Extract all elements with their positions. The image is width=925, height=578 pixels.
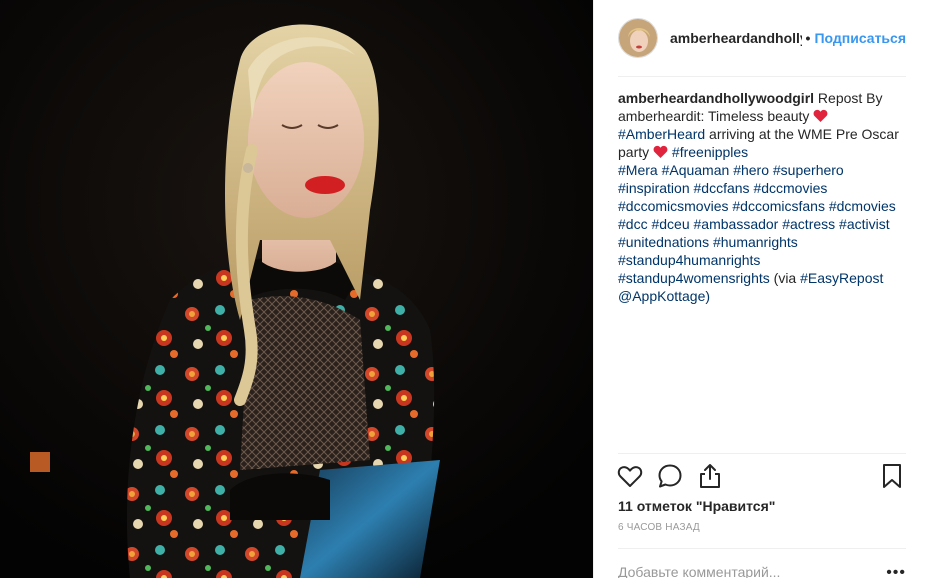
save-button[interactable] [878,462,906,490]
hashtag[interactable]: #dcmovies [829,198,896,214]
caption-author[interactable]: amberheardandhollywoodgirl [618,90,814,106]
hashtag[interactable]: #humanrights [713,234,798,250]
follow-button[interactable]: Подписаться [814,30,906,46]
photo-illustration [0,0,593,578]
hashtag[interactable]: #standup4humanrights [618,252,760,268]
post-sidebar: amberheardandhollyw • Подписаться amberh… [593,0,925,578]
post-caption: amberheardandhollywoodgirl Repost By amb… [618,89,910,305]
bookmark-icon [883,464,901,488]
hashtag[interactable]: #superhero [773,162,844,178]
red-heart-emoji-icon [653,145,668,158]
mention-appkottage[interactable]: @AppKottage) [618,288,710,304]
red-heart-emoji-icon [813,109,828,122]
hashtag[interactable]: #ambassador [694,216,779,232]
comment-divider [618,548,906,549]
heart-outline-icon [617,466,643,487]
share-icon [700,464,720,488]
more-options-button[interactable]: ••• [886,564,906,578]
hashtag[interactable]: #dccmovies [753,180,827,196]
hashtag[interactable]: #dccfans [694,180,750,196]
hashtag[interactable]: #Aquaman [662,162,730,178]
like-button[interactable] [616,462,644,490]
header-divider [618,76,906,77]
post-timestamp[interactable]: 6 часов назад [618,522,700,533]
comment-button[interactable] [656,462,684,490]
actions-divider [618,453,906,454]
hashtag[interactable]: #Mera [618,162,658,178]
comment-form: ••• [618,562,906,578]
comment-input[interactable] [618,564,878,578]
post-header: amberheardandhollyw • Подписаться [618,14,906,62]
post-photo[interactable] [0,0,593,578]
hashtag-freenipples[interactable]: #freenipples [672,144,748,160]
hashtag[interactable]: #dccomicsmovies [618,198,728,214]
hashtag[interactable]: #inspiration [618,180,690,196]
header-text: amberheardandhollyw • Подписаться [670,30,906,46]
speech-bubble-icon [658,464,682,488]
hashtag[interactable]: #activist [839,216,890,232]
hashtag[interactable]: #hero [733,162,769,178]
caption-via: (via [773,270,797,286]
hashtag[interactable]: #unitednations [618,234,709,250]
hashtag[interactable]: #dcc [618,216,648,232]
hashtag-amberheard[interactable]: #AmberHeard [618,126,705,142]
hashtag[interactable]: #standup4womensrights [618,270,770,286]
hashtag[interactable]: #dceu [651,216,689,232]
likes-count[interactable]: 11 отметок "Нравится" [618,498,775,514]
share-button[interactable] [696,462,724,490]
hashtag[interactable]: #actress [782,216,835,232]
hashtag[interactable]: #dccomicsfans [732,198,825,214]
username-link[interactable]: amberheardandhollyw [670,30,802,46]
avatar[interactable] [618,18,658,58]
hashtag-easyrepost[interactable]: #EasyRepost [800,270,883,286]
action-bar [616,462,908,490]
separator-dot: • [805,30,811,46]
